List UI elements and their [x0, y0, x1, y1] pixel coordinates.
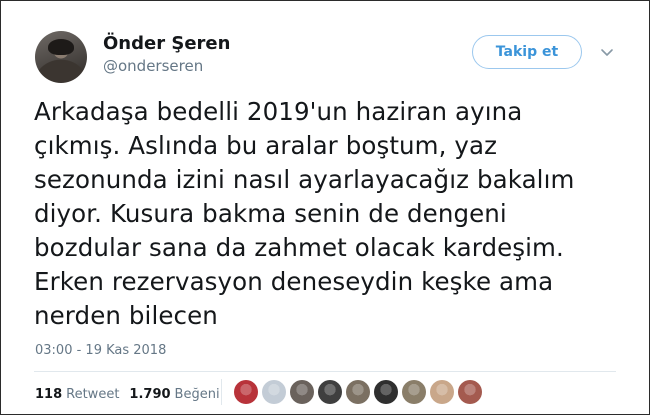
liker-avatar[interactable] — [234, 380, 258, 404]
like-stat[interactable]: 1.790 Beğeni — [129, 387, 219, 402]
tweet-line: sezonunda izini nasıl ayarlayacağız baka… — [34, 165, 575, 194]
liker-avatar[interactable] — [290, 380, 314, 404]
retweet-label: Retweet — [66, 387, 120, 402]
divider — [34, 371, 616, 372]
display-name[interactable]: Önder Şeren — [103, 33, 230, 54]
retweet-count: 118 — [35, 387, 63, 402]
tweet-line: nerden bilecen — [34, 301, 218, 330]
liker-avatar[interactable] — [346, 380, 370, 404]
tweet-timestamp[interactable]: 03:00 - 19 Kas 2018 — [35, 343, 166, 358]
tweet-line: Arkadaşa bedelli 2019'un haziran ayına — [34, 97, 523, 126]
tweet-card: Önder Şeren @onderseren Takip et Arkadaş… — [0, 0, 650, 415]
tweet-line: çıkmış. Aslında bu aralar boştum, yaz — [34, 131, 498, 160]
liker-avatar[interactable] — [318, 380, 342, 404]
liker-avatar[interactable] — [402, 380, 426, 404]
tweet-text: Arkadaşa bedelli 2019'un haziran ayına ç… — [34, 95, 614, 333]
tweet-line: diyor. Kusura bakma senin de dengeni — [34, 199, 507, 228]
stat-divider — [221, 379, 222, 405]
tweet-stats: 118 Retweet 1.790 Beğeni — [35, 387, 220, 402]
avatar[interactable] — [35, 31, 87, 83]
tweet-line: Erken rezervasyon deneseydin keşke ama — [34, 267, 554, 296]
liker-avatar[interactable] — [262, 380, 286, 404]
user-handle[interactable]: @onderseren — [103, 57, 203, 75]
liker-avatar[interactable] — [458, 380, 482, 404]
liker-avatars — [234, 380, 482, 404]
follow-button[interactable]: Takip et — [472, 35, 582, 69]
liker-avatar[interactable] — [430, 380, 454, 404]
tweet-line: bozdular sana da zahmet olacak kardeşim. — [34, 233, 564, 262]
retweet-stat[interactable]: 118 Retweet — [35, 387, 119, 402]
chevron-down-icon[interactable] — [599, 44, 615, 60]
like-count: 1.790 — [129, 387, 171, 402]
liker-avatar[interactable] — [374, 380, 398, 404]
like-label: Beğeni — [174, 387, 220, 402]
